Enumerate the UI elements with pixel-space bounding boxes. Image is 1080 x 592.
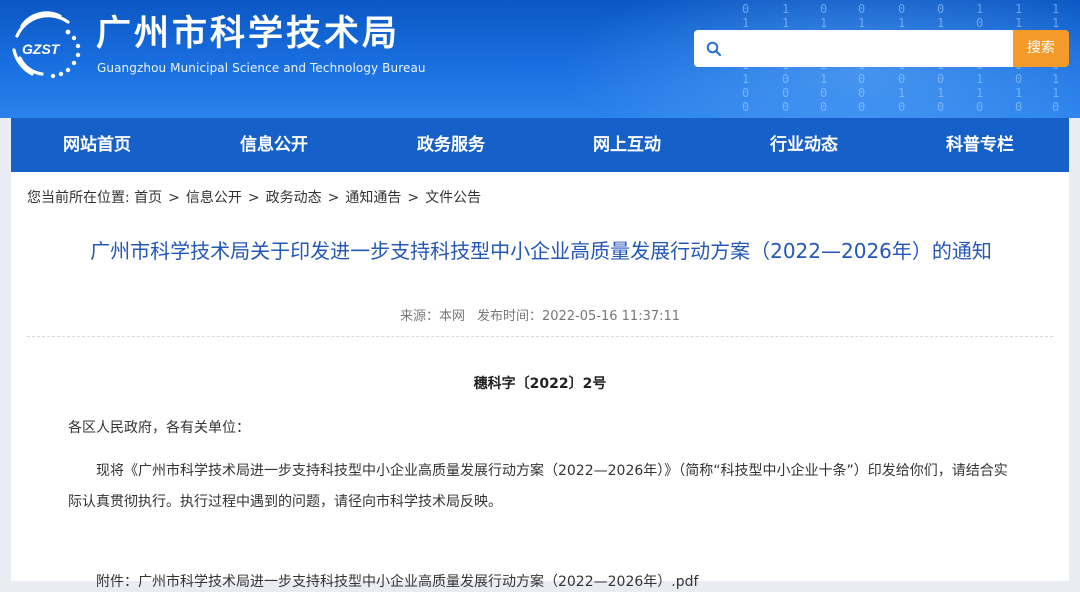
breadcrumb-item-notices[interactable]: 通知通告 xyxy=(345,190,401,206)
document-number: 穗科字〔2022〕2号 xyxy=(473,376,607,392)
nav-item-science-popularization[interactable]: 科普专栏 xyxy=(900,118,1060,172)
search-button[interactable]: 搜索 xyxy=(1013,30,1069,67)
breadcrumb-prefix: 您当前所在位置: xyxy=(27,190,130,206)
nav-item-gov-services[interactable]: 政务服务 xyxy=(371,118,531,172)
article-source: 来源：本网 xyxy=(399,309,465,324)
nav-item-info-disclosure[interactable]: 信息公开 xyxy=(194,118,354,172)
search-input[interactable] xyxy=(730,36,1010,63)
main-nav: 网站首页 信息公开 政务服务 网上互动 行业动态 科普专栏 xyxy=(11,118,1069,172)
breadcrumb-separator: > xyxy=(407,190,420,206)
attachment-link[interactable]: 附件：广州市科学技术局进一步支持科技型中小企业高质量发展行动方案（2022—20… xyxy=(96,572,698,592)
meta-divider xyxy=(27,336,1053,337)
breadcrumb-item-info-disclosure[interactable]: 信息公开 xyxy=(186,190,242,206)
search-box xyxy=(694,30,1016,67)
article-publish-time: 发布时间：2022-05-16 11:37:11 xyxy=(476,309,681,324)
site-title[interactable]: 广州市科学技术局 xyxy=(96,12,400,56)
breadcrumb-item-gov-news[interactable]: 政务动态 xyxy=(266,190,322,206)
site-subtitle: Guangzhou Municipal Science and Technolo… xyxy=(97,61,426,75)
search-icon xyxy=(706,41,722,57)
nav-item-home[interactable]: 网站首页 xyxy=(17,118,177,172)
breadcrumb-separator: > xyxy=(168,190,180,206)
article-panel: 您当前所在位置: 首页 > 信息公开 > 政务动态 > 通知通告 > 文件公告 广州市科学技术局… xyxy=(11,172,1069,590)
breadcrumb-separator: > xyxy=(247,190,260,206)
article-title: 广州市科学技术局关于印发进一步支持科技型中小企业高质量发展行动方案（2022—2… xyxy=(90,239,992,263)
gzst-logo-icon[interactable]: GZST xyxy=(8,10,84,80)
article-meta: 来源：本网 发布时间：2022-05-16 11:37:11 xyxy=(11,308,1069,326)
article-body-paragraph: 现将《广州市科学技术局进一步支持科技型中小企业高质量发展行动方案（2022—20… xyxy=(68,463,1008,510)
nav-item-online-interaction[interactable]: 网上互动 xyxy=(547,118,707,172)
breadcrumb-item-documents[interactable]: 文件公告 xyxy=(425,190,481,206)
breadcrumb-separator: > xyxy=(327,190,340,206)
nav-item-industry-news[interactable]: 行业动态 xyxy=(724,118,884,172)
site-header: 0 1 1 1 1 1 0 0 1 1 1 1 1 0 0 0 0 1 1 1 … xyxy=(0,0,1080,118)
article-salutation: 各区人民政府，各有关单位： xyxy=(68,420,250,436)
breadcrumb: 您当前所在位置: 首页 > 信息公开 > 政务动态 > 通知通告 > 文件公告 xyxy=(27,188,481,208)
svg-text:GZST: GZST xyxy=(22,41,61,57)
breadcrumb-item-home[interactable]: 首页 xyxy=(134,190,162,206)
